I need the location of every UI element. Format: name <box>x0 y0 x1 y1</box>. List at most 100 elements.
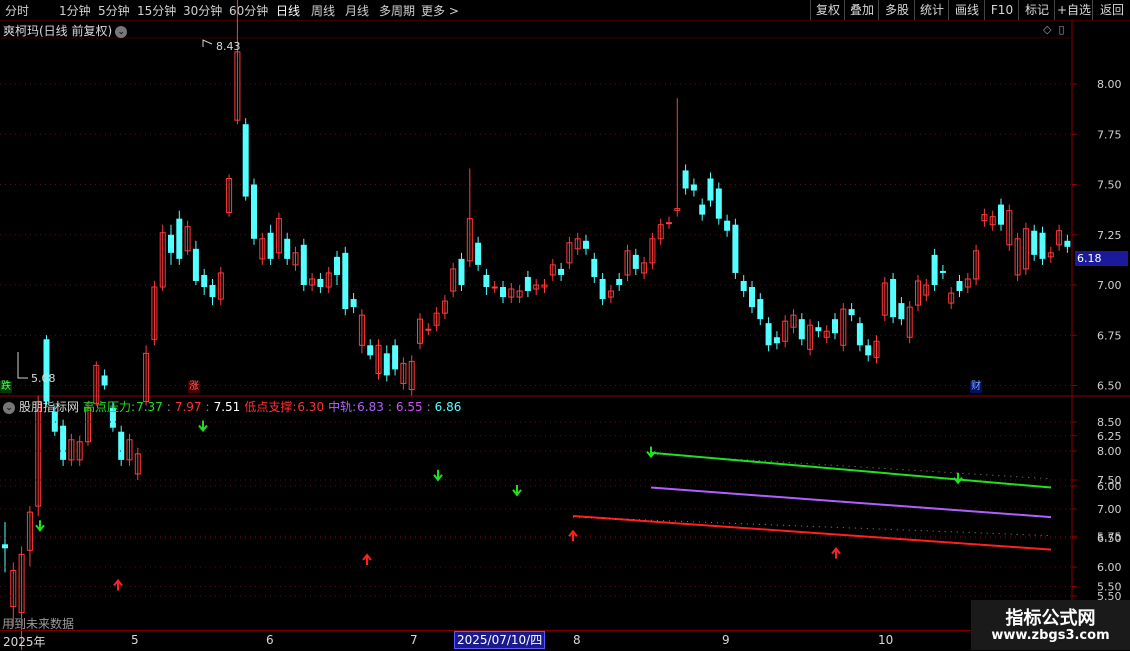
candle-body <box>342 252 349 310</box>
candle-body <box>317 278 324 288</box>
selected-date: 2025/07/10/四 <box>454 631 546 649</box>
high-value-2: 7.97 <box>174 400 202 414</box>
candle-body <box>491 286 498 289</box>
separator: : <box>426 400 431 414</box>
candle-body <box>242 124 249 197</box>
y-tick-label: 7.00 <box>1097 503 1122 516</box>
high-value-3: 7.51 <box>213 400 241 414</box>
candle-body <box>300 244 307 285</box>
x-label-month: 10 <box>878 633 894 647</box>
candle-body <box>192 248 199 281</box>
candle-body <box>1039 232 1046 259</box>
candle-body <box>392 345 399 370</box>
x-label-month: 9 <box>722 633 730 647</box>
candle-body <box>707 178 714 201</box>
candle-body <box>749 287 755 308</box>
site-logo: 指标公式网 www.zbgs3.com <box>971 600 1130 650</box>
candle-body <box>732 224 739 273</box>
indicator-title: ⌄ 股朋指标网 高点压力:7.37:7.97:7.51 低点支撑:6.30 中轨:6.8… <box>3 398 465 415</box>
mid-track-line <box>650 486 1052 519</box>
candle-body <box>856 323 863 346</box>
candle-body <box>168 234 174 253</box>
candle-body <box>583 240 589 249</box>
separator: : <box>166 400 171 414</box>
candle-body <box>101 375 108 386</box>
low-support-line <box>572 514 1052 551</box>
panel-controls: ◇ ▯ <box>1043 23 1065 36</box>
candle-body <box>209 285 216 298</box>
low-pointer <box>17 352 28 379</box>
candle-body <box>43 339 50 402</box>
low-price-label: 5.08 <box>31 372 56 385</box>
candle-body <box>682 170 689 189</box>
rise-marker: 涨 <box>188 381 200 393</box>
high-value-1: 7.37 <box>136 400 163 414</box>
candle-body <box>690 184 697 191</box>
candle-body <box>898 303 905 320</box>
low-value: 6.30 <box>297 400 325 414</box>
mid-value-3: 6.86 <box>434 400 462 414</box>
indicator-name: 股朋指标网 <box>19 400 80 414</box>
candle-body <box>815 327 822 332</box>
y-tick-label: 7.75 <box>1097 128 1122 141</box>
x-axis: 2025年 5 6 7 2025/07/10/四 8 9 10 <box>0 630 1072 651</box>
logo-title: 指标公式网 <box>1005 608 1096 629</box>
candle-body <box>350 299 357 308</box>
separator: : <box>387 400 392 414</box>
mid-value-1: 6.83 <box>357 400 384 414</box>
candle-body <box>383 353 390 376</box>
candle-body <box>367 345 374 356</box>
x-label-month: 6 <box>266 633 274 647</box>
window-icon[interactable]: ▯ <box>1058 23 1064 36</box>
candle-body <box>956 280 963 292</box>
candle-body <box>558 268 565 275</box>
candle-body <box>425 328 432 331</box>
candle-body <box>798 319 805 340</box>
y-tick-label: 6.50 <box>1097 532 1122 545</box>
candle-body <box>334 256 340 275</box>
candle-body <box>848 309 855 316</box>
low-label: 低点支撑: <box>244 400 297 414</box>
chevron-down-icon[interactable]: ⌄ <box>3 401 15 414</box>
candle-body <box>267 232 274 259</box>
candle-body <box>632 254 639 269</box>
candle-body <box>591 258 598 277</box>
dotted-guide <box>650 453 1052 480</box>
chevron-down-icon[interactable]: ⌄ <box>115 25 128 38</box>
x-label-month: 5 <box>131 633 139 647</box>
candle-body <box>599 278 606 300</box>
x-label-month: 7 <box>410 633 418 647</box>
y-tick-label: 7.50 <box>1097 179 1122 192</box>
separator: : <box>205 400 210 414</box>
candle-body <box>616 278 623 285</box>
mid-label: 中轨: <box>328 400 357 414</box>
current-price-tag: 6.18 <box>1075 251 1128 266</box>
candle-body <box>773 337 780 344</box>
candle-body <box>998 204 1004 225</box>
stock-title-text: 爽柯玛(日线 前复权) <box>3 24 113 38</box>
y-tick-label: 7.50 <box>1097 474 1122 487</box>
y-tick-label: 8.00 <box>1097 445 1122 458</box>
candle-body <box>757 299 764 320</box>
candle-body <box>724 220 731 231</box>
finance-marker: 财 <box>970 381 982 393</box>
y-tick-label: 8.50 <box>1097 416 1122 429</box>
candle-body <box>931 254 938 285</box>
mid-value-2: 6.55 <box>395 400 423 414</box>
x-label-year: 2025年 <box>3 635 46 649</box>
diamond-icon[interactable]: ◇ <box>1043 23 1051 36</box>
candle-body <box>832 319 838 334</box>
candle-body <box>458 258 465 285</box>
candle-body <box>251 184 257 239</box>
stock-title: 爽柯玛(日线 前复权) ⌄ <box>3 22 128 39</box>
candle-body <box>1064 240 1071 247</box>
candle-body <box>483 274 490 288</box>
logo-url: www.zbgs3.com <box>991 628 1110 643</box>
y-tick-label: 6.50 <box>1097 380 1122 393</box>
candle-body <box>699 204 706 215</box>
high-label: 高点压力: <box>83 400 136 414</box>
y-tick-label: 6.75 <box>1097 329 1122 342</box>
y-tick-label: 6.25 <box>1097 430 1122 443</box>
y-tick-label: 8.00 <box>1097 78 1122 91</box>
candle-body <box>475 242 482 265</box>
